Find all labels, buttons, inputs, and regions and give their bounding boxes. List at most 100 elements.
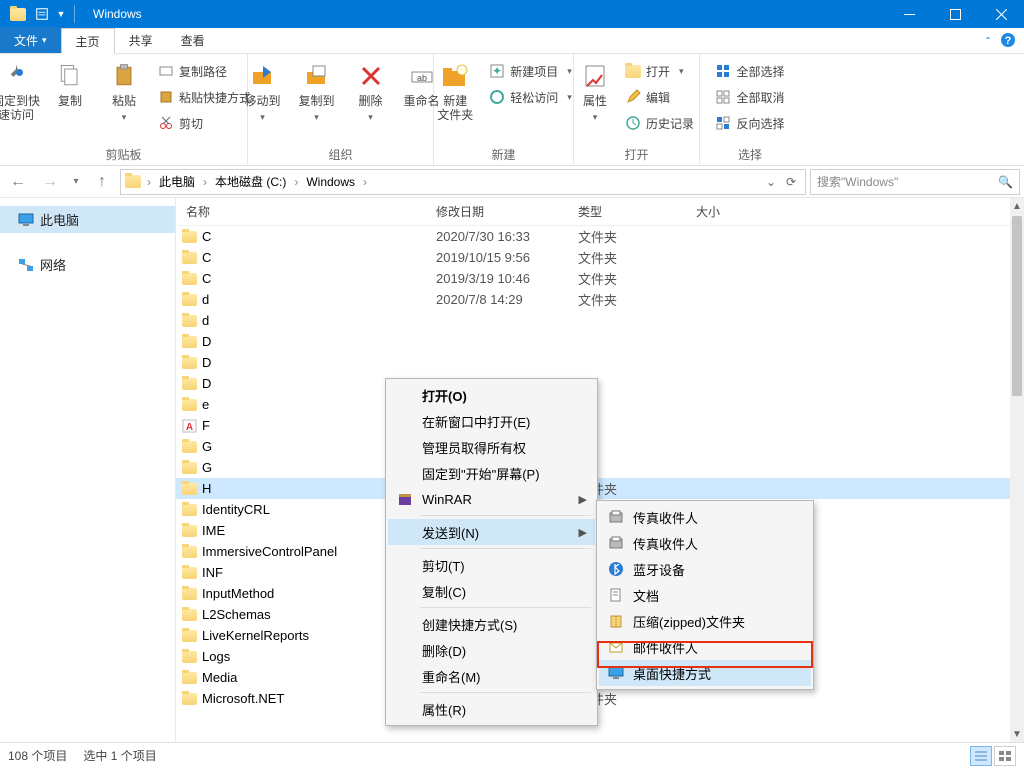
folder-icon [182,357,202,369]
fax-icon [607,508,625,526]
pin-to-quick-access-button[interactable]: 固定到快 速访问 [0,58,40,122]
ctx-open-new-window[interactable]: 在新窗口中打开(E) [388,408,595,434]
file-date: 2020/7/30 16:33 [436,229,578,244]
crumb-folder[interactable]: Windows [300,170,361,194]
column-headers: 名称 修改日期 类型 大小 [176,198,1024,226]
nav-recent-button[interactable]: ▾ [68,169,84,195]
ctx-properties[interactable]: 属性(R) [388,696,595,722]
edit-button[interactable]: 编辑 [621,86,698,108]
close-button[interactable] [978,0,1024,28]
nav-network[interactable]: 网络 [0,251,175,278]
help-icon[interactable]: ? [1000,32,1016,51]
table-row[interactable]: C2020/7/30 16:33文件夹 [176,226,1010,247]
col-date[interactable]: 修改日期 [436,203,578,220]
svg-text:A: A [186,422,193,433]
qat-dropdown-icon[interactable]: ▼ [54,2,68,26]
status-selection: 选中 1 个项目 [83,747,156,764]
submenu-arrow-icon: ▶ [579,526,587,539]
maximize-button[interactable] [932,0,978,28]
sendto-mail[interactable]: 邮件收件人 [599,634,811,660]
minimize-button[interactable] [886,0,932,28]
moveto-button[interactable]: 移动到▾ [239,58,287,124]
ctx-cut[interactable]: 剪切(T) [388,552,595,578]
nav-up-button[interactable]: ↑ [88,169,116,195]
ctx-copy[interactable]: 复制(C) [388,578,595,604]
folder-icon [182,546,202,558]
sendto-fax2[interactable]: 传真收件人 [599,530,811,556]
open-button[interactable]: 打开▾ [621,60,698,82]
monitor-icon [18,213,34,227]
table-row[interactable]: D [176,352,1010,373]
sendto-bluetooth[interactable]: 蓝牙设备 [599,556,811,582]
new-group-label: 新建 [491,146,515,163]
crumb-drive[interactable]: 本地磁盘 (C:) [209,170,292,194]
ctx-pin-start[interactable]: 固定到"开始"屏幕(P) [388,460,595,486]
vertical-scrollbar[interactable]: ▲ ▼ [1010,198,1024,742]
properties-button[interactable]: 属性▾ [575,58,615,124]
scroll-down-icon[interactable]: ▼ [1010,726,1024,742]
file-name: C [202,250,436,265]
table-row[interactable]: D [176,331,1010,352]
tab-share[interactable]: 共享 [115,27,167,53]
history-button[interactable]: 历史记录 [621,112,698,134]
ctx-admin-own[interactable]: 管理员取得所有权 [388,434,595,460]
selectnone-button[interactable]: 全部取消 [711,86,788,108]
nav-forward-button[interactable]: → [36,169,64,195]
table-row[interactable]: C2019/3/19 10:46文件夹 [176,268,1010,289]
col-type[interactable]: 类型 [578,203,696,220]
table-row[interactable]: d [176,310,1010,331]
newitem-button[interactable]: ✦新建项目▾ [485,60,576,82]
ctx-delete[interactable]: 删除(D) [388,637,595,663]
document-icon [607,586,625,604]
window-title: Windows [93,7,142,21]
delete-button[interactable]: 删除▾ [347,58,395,124]
nav-back-button[interactable]: ← [4,169,32,195]
qat-properties-icon[interactable] [30,2,54,26]
ribbon-collapse-icon[interactable]: ˆ [986,35,990,49]
ctx-winrar[interactable]: WinRAR▶ [388,486,595,512]
folder-icon [182,567,202,579]
newfolder-button[interactable]: 新建 文件夹 [431,58,479,122]
address-bar[interactable]: › 此电脑› 本地磁盘 (C:)› Windows› ⌄⟳ [120,169,806,195]
fax-icon [607,534,625,552]
table-row[interactable]: d2020/7/8 14:29文件夹 [176,289,1010,310]
sendto-desktop-shortcut[interactable]: 桌面快捷方式 [599,660,811,686]
tab-home[interactable]: 主页 [61,28,115,54]
crumb-pc[interactable]: 此电脑 [153,170,201,194]
refresh-button[interactable]: ⟳ [781,170,801,194]
view-details-button[interactable] [970,746,992,766]
view-icons-button[interactable] [994,746,1016,766]
table-row[interactable]: C2019/10/15 9:56文件夹 [176,247,1010,268]
sendto-fax1[interactable]: 传真收件人 [599,504,811,530]
folder-icon [182,441,202,453]
invertsel-button[interactable]: 反向选择 [711,112,788,134]
ctx-rename[interactable]: 重命名(M) [388,663,595,689]
mail-icon [607,638,625,656]
paste-button[interactable]: 粘贴▾ [100,58,148,124]
qat-folder-icon[interactable] [6,2,30,26]
col-name[interactable]: 名称 [182,203,436,220]
status-bar: 108 个项目 选中 1 个项目 [0,742,1024,768]
titlebar: ▼ Windows [0,0,1024,28]
tab-view[interactable]: 查看 [167,27,219,53]
scroll-up-icon[interactable]: ▲ [1010,198,1024,214]
nav-thispc[interactable]: 此电脑 [0,206,175,233]
sendto-zip[interactable]: 压缩(zipped)文件夹 [599,608,811,634]
address-dropdown-icon[interactable]: ⌄ [761,170,781,194]
ctx-open[interactable]: 打开(O) [388,382,595,408]
copy-button[interactable]: 复制 [46,58,94,108]
svg-text:?: ? [1005,35,1012,47]
ctx-create-shortcut[interactable]: 创建快捷方式(S) [388,611,595,637]
navigation-pane[interactable]: 此电脑 网络 [0,198,176,742]
folder-icon [182,483,202,495]
scroll-thumb[interactable] [1012,216,1022,396]
search-input[interactable]: 搜索"Windows" 🔍 [810,169,1020,195]
selectall-button[interactable]: 全部选择 [711,60,788,82]
tab-file[interactable]: 文件 ▾ [0,27,61,53]
easyaccess-button[interactable]: 轻松访问▾ [485,86,576,108]
ctx-sendto[interactable]: 发送到(N)▶ [388,519,595,545]
copyto-button[interactable]: 复制到▾ [293,58,341,124]
sendto-documents[interactable]: 文档 [599,582,811,608]
folder-icon [182,630,202,642]
col-size[interactable]: 大小 [696,203,776,220]
